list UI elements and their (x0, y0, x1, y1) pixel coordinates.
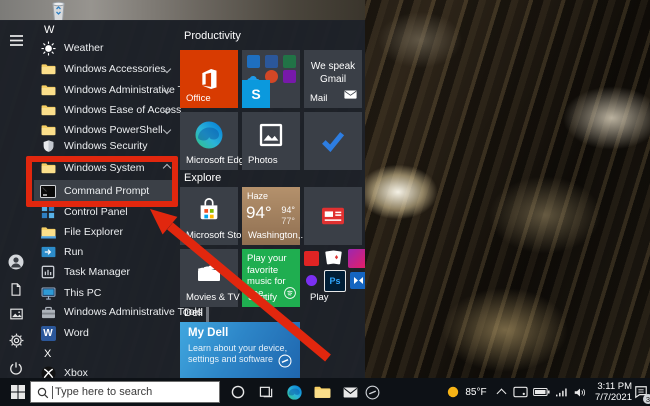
app-item-windows-ease-of-access[interactable]: Windows Ease of Access (30, 100, 178, 120)
computer-icon (40, 285, 56, 301)
game-dot-icon (306, 275, 317, 286)
edge-icon (180, 112, 238, 158)
tray-time: 3:11 PM (584, 381, 632, 392)
news-icon (304, 187, 362, 245)
spotify-logo-icon (284, 286, 296, 304)
section-header-w[interactable]: W (44, 20, 54, 40)
folder-icon (40, 82, 56, 98)
news-tile[interactable] (304, 187, 362, 245)
app-item-windows-admin-tools-2[interactable]: Windows Administrative Tools (30, 302, 178, 322)
excel-icon (283, 55, 296, 68)
account-icon[interactable] (6, 252, 26, 272)
spotify-tile[interactable]: Play your favorite music for free. Spoti… (242, 249, 300, 307)
file-explorer-icon (40, 224, 56, 240)
weather-sun-icon[interactable] (445, 378, 461, 406)
photos-tile[interactable]: Photos (242, 112, 300, 170)
app-item-run[interactable]: Run (30, 242, 178, 262)
group-header-productivity[interactable]: Productivity (184, 28, 241, 44)
toolbox-icon (40, 304, 56, 320)
folder-icon (40, 61, 56, 77)
play-group-tiles[interactable]: Ps Play (304, 249, 362, 307)
group-header-explore[interactable]: Explore (184, 170, 221, 186)
photoshop-icon: Ps (324, 270, 346, 292)
dell-logo-icon (278, 354, 292, 373)
app-item-word[interactable]: W Word (30, 323, 178, 343)
taskbar: 85°F 3:11 PM 7/7/2021 3 (0, 378, 650, 406)
tray-temperature[interactable]: 85°F (462, 378, 490, 406)
cortana-button[interactable] (224, 378, 252, 406)
settings-gear-icon[interactable] (6, 330, 26, 350)
pictures-icon[interactable] (6, 304, 26, 324)
weather-tile[interactable]: Haze 94° 94° 77° Washington,... (242, 187, 300, 245)
office-apps-folder-tile[interactable]: S (242, 50, 300, 108)
app-item-windows-admin-tools[interactable]: Windows Administrative Tools (30, 80, 178, 100)
app-item-windows-security[interactable]: Windows Security (30, 136, 178, 156)
app-item-file-explorer[interactable]: File Explorer (30, 222, 178, 242)
microsoft-store-tile[interactable]: Microsoft Store (180, 187, 238, 245)
tray-date: 7/7/2021 (584, 392, 632, 403)
notification-badge: 3 (643, 394, 650, 404)
section-header-x[interactable]: X (44, 344, 51, 364)
app-item-task-manager[interactable]: Task Manager (30, 262, 178, 282)
office-tile[interactable]: Office (180, 50, 238, 108)
folder-icon (40, 102, 56, 118)
word-icon: W (40, 325, 56, 341)
app-item-xbox[interactable]: Xbox (30, 363, 178, 378)
mail-tile[interactable]: We speak Gmail Mail (304, 50, 362, 108)
skype-tile[interactable]: S (242, 80, 270, 108)
store-icon (180, 187, 238, 233)
annotation-highlight-box (26, 156, 178, 207)
movie-app-icon (350, 272, 365, 289)
app-item-windows-accessories[interactable]: Windows Accessories (30, 59, 178, 79)
task-manager-icon (40, 264, 56, 280)
action-center-button[interactable]: 3 (631, 378, 650, 406)
game-tile-icon (348, 249, 365, 268)
desktop: W Weather Windows Accessories Windows Ad… (0, 0, 650, 406)
tablet-mode-icon[interactable] (511, 378, 529, 406)
documents-icon[interactable] (6, 279, 26, 299)
run-icon (40, 244, 56, 260)
chevron-down-icon[interactable] (163, 126, 171, 134)
recycle-bin-icon[interactable] (46, 0, 72, 21)
word-mini-icon (265, 55, 278, 68)
solitaire-icon (324, 249, 344, 268)
power-icon[interactable] (6, 358, 26, 378)
sun-icon (40, 40, 56, 56)
clock[interactable]: 3:11 PM 7/7/2021 (584, 381, 632, 403)
battery-icon[interactable] (531, 378, 551, 406)
outlook-icon (247, 55, 260, 68)
edge-tile[interactable]: Microsoft Edge (180, 112, 238, 170)
roblox-icon (304, 251, 319, 266)
photos-icon (242, 112, 300, 158)
onenote-icon (283, 70, 296, 83)
todo-tile[interactable] (304, 112, 362, 170)
hamburger-menu-icon[interactable] (6, 30, 26, 50)
file-explorer-taskbar-icon[interactable] (308, 378, 336, 406)
my-dell-tile[interactable]: My Dell Learn about your device, setting… (180, 322, 300, 378)
shield-icon (40, 138, 56, 154)
edge-taskbar-icon[interactable] (280, 378, 308, 406)
envelope-icon (344, 86, 357, 104)
group-header-dell[interactable]: Dell (184, 305, 203, 321)
dell-taskbar-icon[interactable] (358, 378, 386, 406)
tray-chevron-up-icon[interactable] (494, 378, 508, 406)
clapperboard-icon (180, 249, 238, 295)
search-input[interactable] (30, 381, 220, 403)
tile-panel: Productivity Office S We speak Gma (178, 20, 365, 378)
movies-tv-tile[interactable]: Movies & TV (180, 249, 238, 307)
network-signal-icon[interactable] (553, 378, 571, 406)
task-view-button[interactable] (252, 378, 280, 406)
mail-promo: We speak Gmail (304, 60, 362, 86)
app-item-weather[interactable]: Weather (30, 38, 178, 58)
start-button[interactable] (4, 378, 32, 406)
todo-check-icon (304, 112, 362, 170)
app-item-this-pc[interactable]: This PC (30, 283, 178, 303)
xbox-icon (40, 365, 56, 378)
